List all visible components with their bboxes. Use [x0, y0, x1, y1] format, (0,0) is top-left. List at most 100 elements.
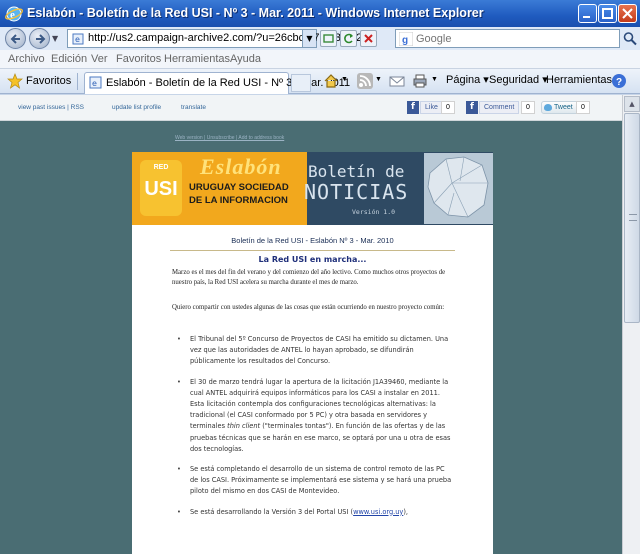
boletin-de-text: Boletín de	[308, 162, 405, 181]
new-tab-button[interactable]	[291, 74, 311, 92]
svg-text:?: ?	[616, 77, 622, 88]
menu-edicion[interactable]: Edición	[51, 53, 87, 65]
home-dropdown-icon[interactable]: ▼	[341, 76, 348, 83]
uruguay-map-graphic	[424, 153, 493, 224]
history-dropdown-icon[interactable]: ▼	[52, 34, 58, 43]
menu-archivo[interactable]: Archivo	[8, 53, 45, 65]
newsletter-body: RED USI Eslabón URUGUAY SOCIEDAD DE LA I…	[132, 152, 493, 554]
intro-paragraph-2: Quiero compartir con ustedes algunas de …	[172, 304, 445, 311]
twitter-bird-icon	[544, 104, 552, 111]
newsletter-banner: RED USI Eslabón URUGUAY SOCIEDAD DE LA I…	[132, 152, 493, 225]
search-icon[interactable]	[622, 30, 638, 47]
close-icon	[622, 8, 633, 19]
svg-text:g: g	[402, 35, 408, 46]
search-input[interactable]	[416, 31, 606, 46]
list-item: Se está completando el desarrollo de un …	[177, 464, 452, 498]
rss-icon[interactable]	[357, 73, 373, 89]
page-viewport: view past issues | RSS update list profi…	[0, 95, 622, 554]
star-icon	[7, 73, 23, 89]
rss-dropdown-icon[interactable]: ▼	[375, 76, 382, 83]
divider	[170, 250, 455, 251]
campaign-top-strip: view past issues | RSS update list profi…	[0, 95, 622, 121]
intro-paragraph: Marzo es el mes del fin del verano y del…	[172, 269, 446, 286]
menu-ver[interactable]: Ver	[91, 53, 108, 65]
window-titlebar: e Eslabón - Boletín de la Red USI - Nº 3…	[0, 0, 640, 27]
view-past-issues-link[interactable]: view past issues | RSS	[18, 104, 84, 111]
compatibility-view-button[interactable]	[320, 30, 337, 47]
print-icon[interactable]	[412, 73, 428, 89]
translate-link[interactable]: translate	[181, 104, 206, 111]
compatibility-icon	[323, 34, 334, 43]
portal-usi-link[interactable]: www.usi.org.uy	[353, 508, 403, 516]
forward-arrow-icon	[36, 34, 46, 44]
favorites-tab-bar: Favoritos e Eslabón - Boletín de la Red …	[0, 69, 640, 94]
eslabon-wordmark: Eslabón	[200, 154, 282, 179]
mail-icon[interactable]	[389, 73, 405, 89]
scrollbar-grip	[629, 214, 637, 221]
comment-label: Comment	[479, 101, 520, 114]
vertical-scrollbar[interactable]: ▲	[622, 95, 640, 554]
maximize-button[interactable]	[598, 4, 617, 23]
list-item: El 30 de marzo tendrá lugar la apertura …	[177, 377, 452, 455]
refresh-icon	[344, 33, 353, 44]
minimize-button[interactable]	[578, 4, 597, 23]
web-version-link[interactable]: Web version | Unsubscribe | Add to addre…	[175, 135, 284, 141]
address-dropdown-icon[interactable]: ▼	[302, 30, 316, 47]
refresh-button[interactable]	[340, 30, 357, 47]
menu-pagina[interactable]: Página ▾	[446, 73, 489, 86]
menu-favoritos[interactable]: Favoritos	[116, 53, 161, 65]
logo-red-text: RED	[153, 164, 169, 171]
tweet-label: Tweet	[554, 104, 573, 111]
page-icon: e	[89, 76, 102, 89]
bullet4-text-b: ),	[403, 507, 408, 516]
scrollbar-thumb[interactable]	[624, 113, 640, 323]
page-icon: e	[72, 33, 84, 45]
menu-seguridad[interactable]: Seguridad ▾	[489, 73, 548, 86]
menu-bar: Archivo Edición Ver Favoritos Herramient…	[0, 50, 640, 69]
svg-text:e: e	[75, 35, 80, 44]
list-item: El Tribunal del 5º Concurso de Proyectos…	[177, 334, 452, 368]
news-bullet-list: El Tribunal del 5º Concurso de Proyectos…	[177, 334, 452, 527]
article-title: La Red USI en marcha...	[258, 255, 367, 264]
org-name-line2: DE LA INFORMACION	[189, 195, 288, 206]
red-usi-logo: RED USI	[140, 160, 182, 216]
logo-usi-text: USI	[144, 178, 178, 200]
update-profile-link[interactable]: update list profile	[112, 104, 161, 111]
list-item: Se está desarrollando la Versión 3 del P…	[177, 507, 452, 518]
help-icon[interactable]: ?	[611, 73, 627, 89]
home-icon[interactable]	[323, 73, 339, 89]
tweet-count: 0	[576, 101, 590, 114]
facebook-icon: f	[407, 101, 419, 114]
noticias-text: NOTICIAS	[304, 180, 409, 204]
maximize-icon	[602, 8, 613, 19]
issue-subheading: Boletín de la Red USI - Eslabón Nº 3 - M…	[231, 236, 394, 245]
org-name-line1: URUGUAY SOCIEDAD	[189, 182, 289, 193]
back-button[interactable]	[5, 28, 26, 49]
address-toolbar: ▼ e http://us2.campaign-archive2.com/?u=…	[0, 27, 640, 50]
facebook-icon: f	[466, 101, 478, 114]
ie-logo-icon: e	[5, 6, 23, 22]
stop-icon	[364, 34, 373, 43]
menu-ayuda[interactable]: Ayuda	[230, 53, 261, 65]
menu-herramientas-cmd[interactable]: Herramientas ▾	[546, 73, 621, 86]
back-arrow-icon	[10, 34, 20, 44]
comment-count: 0	[521, 101, 535, 114]
scroll-up-arrow-icon[interactable]: ▲	[624, 96, 640, 112]
thin-client-term: thin client	[227, 422, 261, 431]
search-box[interactable]: g	[395, 29, 620, 48]
active-tab[interactable]: e Eslabón - Boletín de la Red USI - Nº 3…	[84, 72, 350, 94]
close-button[interactable]	[618, 4, 637, 23]
like-count: 0	[441, 101, 455, 114]
stop-button[interactable]	[360, 30, 377, 47]
google-icon: g	[399, 32, 413, 46]
address-field[interactable]: e http://us2.campaign-archive2.com/?u=26…	[67, 29, 362, 48]
version-text: Versión 1.0	[352, 208, 396, 216]
bullet4-text-a: Se está desarrollando la Versión 3 del P…	[190, 507, 354, 516]
menu-herramientas[interactable]: Herramientas	[164, 53, 230, 65]
print-dropdown-icon[interactable]: ▼	[431, 76, 438, 83]
favorites-button[interactable]: Favoritos	[4, 72, 77, 91]
forward-button[interactable]	[29, 28, 50, 49]
tab-title: Eslabón - Boletín de la Red USI - Nº 3 -…	[106, 77, 351, 89]
tab-separator	[77, 73, 78, 90]
favorites-label: Favoritos	[26, 75, 72, 87]
